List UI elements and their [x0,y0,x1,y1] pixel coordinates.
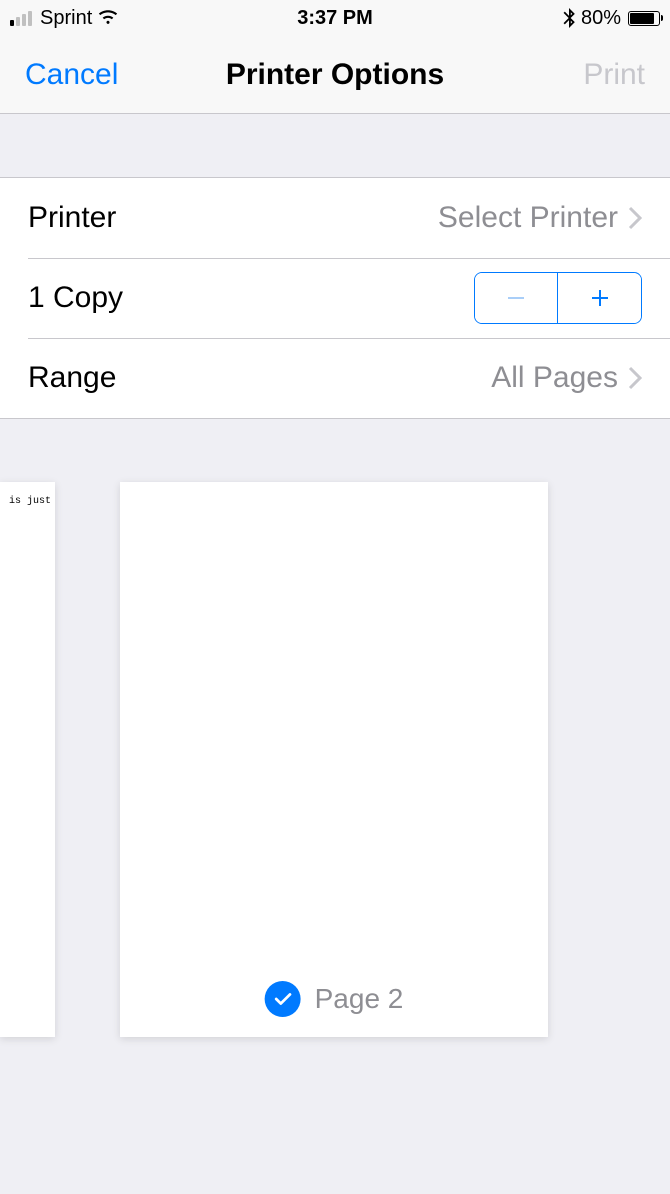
battery-percentage: 80% [581,7,621,30]
status-right: 80% [562,7,660,30]
copies-stepper [474,272,642,324]
page-title: Printer Options [226,58,444,92]
chevron-right-icon [628,206,642,230]
copies-label: 1 Copy [28,281,123,315]
cancel-button[interactable]: Cancel [25,58,118,92]
printer-value: Select Printer [438,201,642,235]
sliver-text-fragment: is just [9,496,51,507]
page-number-label: Page 2 [315,983,404,1015]
page-label-container: Page 2 [265,981,404,1017]
preview-page-1-sliver[interactable]: is just [0,482,55,1037]
range-label: Range [28,361,116,395]
status-bar: Sprint 3:37 PM 80% [0,0,670,36]
wifi-icon [97,7,119,29]
nav-bar: Cancel Printer Options Print [0,36,670,114]
print-button[interactable]: Print [583,58,645,92]
status-time: 3:37 PM [297,7,373,30]
print-preview-area[interactable]: is just Page 2 [0,419,670,1194]
battery-icon [628,11,660,26]
status-left: Sprint [10,7,119,30]
printer-row[interactable]: Printer Select Printer [0,178,670,258]
range-value: All Pages [491,361,642,395]
preview-page-2[interactable]: Page 2 [120,482,548,1037]
bluetooth-icon [562,8,576,28]
chevron-right-icon [628,366,642,390]
cellular-signal-icon [10,10,32,26]
copies-row: 1 Copy [0,258,670,338]
carrier-label: Sprint [40,7,92,30]
range-row[interactable]: Range All Pages [0,338,670,418]
copies-increment-button[interactable] [558,273,641,323]
settings-group: Printer Select Printer 1 Copy Range All … [0,177,670,419]
copies-decrement-button[interactable] [475,273,558,323]
page-selected-check-icon[interactable] [265,981,301,1017]
printer-label: Printer [28,201,116,235]
